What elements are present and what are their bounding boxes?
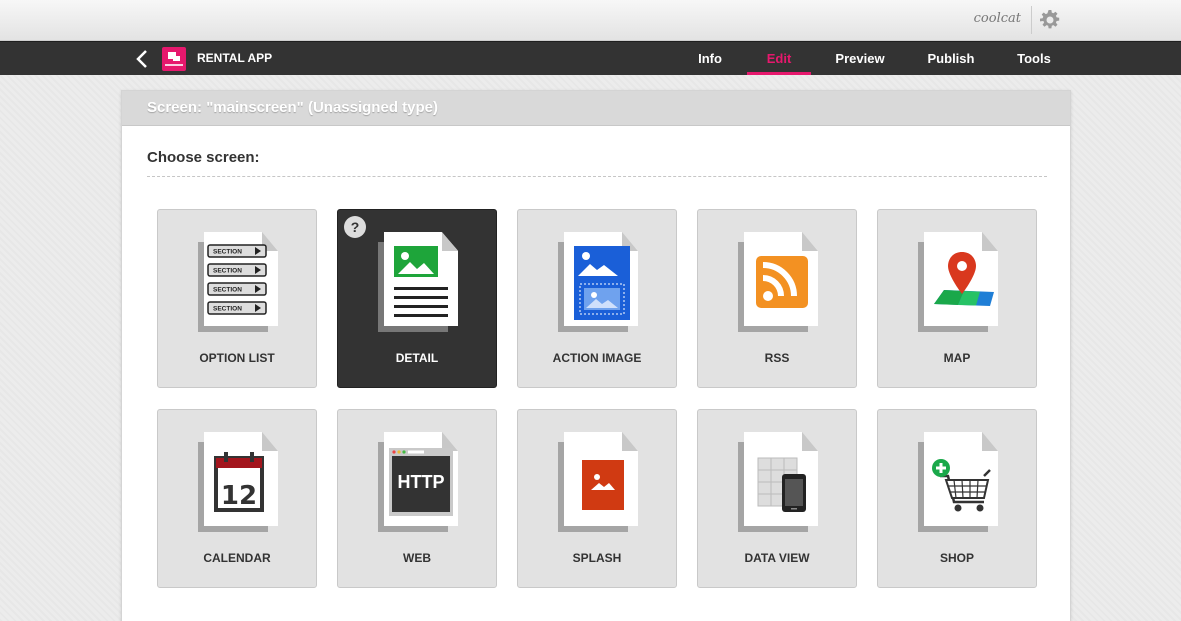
screen-panel: Screen: "mainscreen" (Unassigned type) C… — [121, 90, 1071, 621]
app-title: RENTAL APP — [197, 51, 273, 65]
calendar-icon: 12 — [198, 432, 278, 532]
screen-type-splash[interactable]: SPLASH — [517, 409, 677, 588]
tab-edit[interactable]: Edit — [747, 42, 811, 75]
screen-type-label: OPTION LIST — [199, 351, 275, 365]
screen-type-calendar[interactable]: 12 CALENDAR — [157, 409, 317, 588]
top-user-bar: coolcat — [0, 0, 1181, 41]
tab-preview-label: Preview — [835, 51, 885, 66]
screen-type-option-list[interactable]: SECTION SECTION SECTION SECTION OPTION L… — [157, 209, 317, 388]
web-icon: HTTP — [378, 432, 458, 532]
action-image-icon — [558, 232, 638, 332]
screen-type-label: DATA VIEW — [744, 551, 810, 565]
screen-type-label: DETAIL — [395, 351, 439, 365]
tab-tools-label: Tools — [1017, 51, 1051, 66]
screen-type-detail[interactable]: ? DETAIL — [337, 209, 497, 388]
screen-type-rss[interactable]: RSS — [697, 209, 857, 388]
panel-header: Screen: "mainscreen" (Unassigned type) — [122, 91, 1070, 126]
screen-type-map[interactable]: MAP — [877, 209, 1037, 388]
screen-type-label: MAP — [943, 351, 971, 365]
app-logo — [162, 47, 186, 71]
heading-divider — [147, 176, 1047, 177]
choose-screen-heading: Choose screen: — [147, 149, 260, 166]
username[interactable]: coolcat — [974, 11, 1021, 26]
rss-icon — [738, 232, 818, 332]
tab-info-label: Info — [698, 51, 722, 66]
tab-info[interactable]: Info — [686, 42, 734, 75]
screen-type-label: SHOP — [939, 551, 974, 565]
tab-publish-label: Publish — [927, 51, 975, 66]
calendar-day-number: 12 — [221, 481, 257, 511]
tab-tools[interactable]: Tools — [1010, 42, 1058, 75]
main-nav-bar: RENTAL APP Info Edit Preview Publish Too… — [0, 41, 1181, 75]
screen-type-label: ACTION IMAGE — [552, 351, 642, 365]
help-icon[interactable]: ? — [344, 216, 366, 238]
back-arrow-icon[interactable] — [134, 49, 150, 69]
screen-type-web[interactable]: HTTP WEB — [337, 409, 497, 588]
screen-type-label: CALENDAR — [203, 551, 271, 565]
web-icon-text: HTTP — [398, 472, 445, 492]
option-list-row-label: SECTION — [213, 306, 242, 313]
tab-edit-label: Edit — [766, 51, 792, 66]
option-list-icon: SECTION SECTION SECTION SECTION — [198, 232, 278, 332]
screen-type-action-image[interactable]: ACTION IMAGE — [517, 209, 677, 388]
option-list-row-label: SECTION — [213, 287, 242, 294]
data-view-icon — [738, 432, 818, 532]
map-icon — [918, 232, 998, 332]
tab-preview[interactable]: Preview — [826, 42, 894, 75]
screen-type-label: WEB — [403, 551, 431, 565]
screen-type-data-view[interactable]: DATA VIEW — [697, 409, 857, 588]
detail-icon — [378, 232, 458, 332]
gear-icon[interactable] — [1040, 10, 1060, 30]
tab-publish[interactable]: Publish — [918, 42, 984, 75]
splash-icon — [558, 432, 638, 532]
screen-type-label: SPLASH — [572, 551, 622, 565]
option-list-row-label: SECTION — [213, 249, 242, 256]
screen-type-shop[interactable]: SHOP — [877, 409, 1037, 588]
top-bar-separator — [1031, 6, 1032, 34]
shop-cart-icon — [918, 432, 998, 532]
option-list-row-label: SECTION — [213, 268, 242, 275]
screen-type-label: RSS — [764, 351, 790, 365]
